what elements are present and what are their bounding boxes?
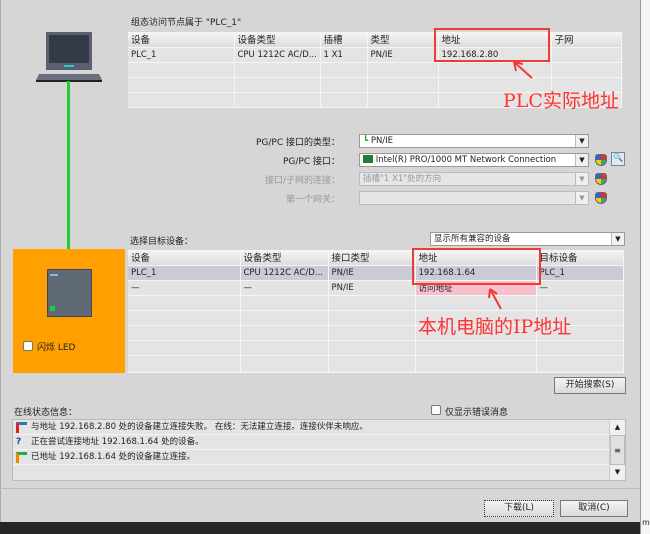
pgpc-type-select[interactable]: ┗ PN/IE ▼ xyxy=(359,134,589,148)
col-device-type: 设备类型 xyxy=(240,250,329,266)
device-filter-value: 显示所有兼容的设备 xyxy=(434,234,511,244)
col-slot: 插槽 xyxy=(320,32,368,48)
shield-icon[interactable] xyxy=(595,154,607,166)
subnet-connection-value: 插槽"1 X1"处的方向 xyxy=(363,174,442,184)
cell: — xyxy=(240,280,329,296)
pgpc-interface-select[interactable]: Intel(R) PRO/1000 MT Network Connection ▼ xyxy=(359,153,589,167)
shield-icon[interactable] xyxy=(595,192,607,204)
table-row[interactable]: — — PN/IE 访问地址 — xyxy=(128,280,624,296)
edge-text: m xyxy=(642,518,650,527)
col-type: 类型 xyxy=(367,32,439,48)
subnet-connection-label: 接口/子网的连接： xyxy=(264,176,340,186)
chevron-down-icon[interactable]: ▼ xyxy=(611,233,624,245)
gateway-select[interactable]: ▼ xyxy=(359,191,589,205)
arrow-annotation xyxy=(488,288,502,310)
plc-module-icon xyxy=(47,269,92,317)
scrollbar[interactable]: ▲ ≡ ▼ xyxy=(609,420,625,480)
connecting-question-icon: ? xyxy=(16,437,22,447)
highlight-box-plc-address xyxy=(434,28,550,62)
cell: PLC_1 xyxy=(128,47,235,63)
divider xyxy=(0,488,640,489)
annotation-pc-address: 本机电脑的IP地址 xyxy=(418,316,572,338)
laptop-icon xyxy=(36,32,102,82)
cell: 1 X1 xyxy=(320,47,368,63)
flash-led-checkbox[interactable] xyxy=(23,341,33,351)
target-device-label: 选择目标设备： xyxy=(130,237,194,247)
cell: PLC_1 xyxy=(128,265,241,281)
errors-only-checkbox[interactable] xyxy=(431,405,441,415)
taskbar-strip xyxy=(0,522,640,534)
node-section-title: 组态访问节点属于 "PLC_1" xyxy=(131,18,242,28)
diagnostics-icon[interactable]: 🔍 xyxy=(611,152,625,166)
start-search-button[interactable]: 开始搜索(S) xyxy=(554,377,626,394)
message-text: 与地址 192.168.2.80 处的设备建立连接失败。 在线：无法建立连接。连… xyxy=(31,422,368,432)
cell: — xyxy=(536,280,624,296)
message-text: 已地址 192.168.1.64 处的设备建立连接。 xyxy=(31,452,196,462)
col-target-device: 目标设备 xyxy=(536,250,624,266)
flash-led-label: 闪烁 LED xyxy=(37,343,76,353)
errors-only-label: 仅显示错误消息 xyxy=(445,408,509,418)
scroll-down-icon[interactable]: ▼ xyxy=(610,465,625,479)
highlight-box-pc-address xyxy=(412,248,541,285)
device-filter-select[interactable]: 显示所有兼容的设备 ▼ xyxy=(430,232,625,246)
ethernet-icon: ┗ xyxy=(363,136,369,146)
arrow-annotation xyxy=(513,61,533,79)
list-item: 与地址 192.168.2.80 处的设备建立连接失败。 在线：无法建立连接。连… xyxy=(13,420,625,435)
col-device-type: 设备类型 xyxy=(234,32,321,48)
gateway-label: 第一个网关： xyxy=(285,195,340,205)
target-device-panel: 闪烁 LED xyxy=(13,249,125,373)
scroll-up-icon[interactable]: ▲ xyxy=(610,420,625,435)
list-item: ? 正在尝试连接地址 192.168.1.64 处的设备。 xyxy=(13,435,625,450)
col-device: 设备 xyxy=(128,32,235,48)
connection-failed-icon xyxy=(16,422,27,433)
cell: PN/IE xyxy=(367,47,439,63)
download-button[interactable]: 下载(L) xyxy=(484,500,554,517)
cell: — xyxy=(128,280,241,296)
table-row[interactable]: PLC_1 CPU 1212C AC/D... PN/IE 192.168.1.64 P… xyxy=(128,265,624,281)
cell: CPU 1212C AC/D... xyxy=(234,47,321,63)
subnet-connection-select[interactable]: 插槽"1 X1"处的方向 ▼ xyxy=(359,172,589,186)
cell: PN/IE xyxy=(328,280,416,296)
pgpc-interface-label: PG/PC 接口： xyxy=(282,157,340,167)
pgpc-type-label: PG/PC 接口的类型： xyxy=(255,138,340,148)
annotation-plc-address: PLC实际地址 xyxy=(503,90,619,112)
online-status-label: 在线状态信息： xyxy=(14,408,78,418)
message-text: 正在尝试连接地址 192.168.1.64 处的设备。 xyxy=(31,437,204,447)
pgpc-interface-value: Intel(R) PRO/1000 MT Network Connection xyxy=(375,155,557,165)
col-subnet: 子网 xyxy=(551,32,622,48)
pgpc-type-value: PN/IE xyxy=(370,136,394,146)
chevron-down-icon[interactable]: ▼ xyxy=(575,135,588,147)
chevron-down-icon[interactable]: ▼ xyxy=(575,192,588,204)
col-interface-type: 接口类型 xyxy=(328,250,416,266)
network-card-icon xyxy=(363,155,373,163)
cell: PN/IE xyxy=(328,265,416,281)
cancel-button[interactable]: 取消(C) xyxy=(560,500,628,517)
shield-icon[interactable] xyxy=(595,173,607,185)
cell: PLC_1 xyxy=(536,265,624,281)
chevron-down-icon[interactable]: ▼ xyxy=(575,154,588,166)
cell: CPU 1212C AC/D... xyxy=(240,265,329,281)
chevron-down-icon[interactable]: ▼ xyxy=(575,173,588,185)
col-device: 设备 xyxy=(128,250,241,266)
cell xyxy=(551,47,622,63)
network-link-line xyxy=(67,81,70,269)
scroll-thumb[interactable]: ≡ xyxy=(610,435,625,465)
background-window-edge: m xyxy=(640,0,650,534)
list-item: 已地址 192.168.1.64 处的设备建立连接。 xyxy=(13,450,625,465)
status-message-list: 与地址 192.168.2.80 处的设备建立连接失败。 在线：无法建立连接。连… xyxy=(12,419,626,481)
connection-ok-icon xyxy=(16,452,27,463)
